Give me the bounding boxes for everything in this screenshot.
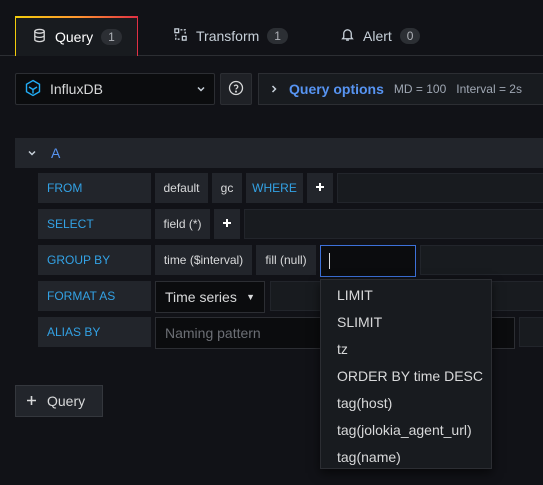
max-data-points: MD = 100: [393, 82, 447, 96]
add-select-button[interactable]: [214, 209, 240, 239]
datasource-select[interactable]: InfluxDB: [15, 73, 215, 105]
plus-icon: [315, 181, 325, 195]
chevron-down-icon: [27, 145, 37, 161]
row-filler: [337, 173, 543, 203]
where-keyword: WHERE: [246, 173, 303, 203]
dropdown-option[interactable]: tag(jolokia_agent_url): [321, 416, 491, 443]
transform-icon: [173, 27, 188, 45]
bell-icon: [340, 27, 355, 45]
fill-segment[interactable]: fill (null): [256, 245, 316, 275]
chevron-down-icon: [196, 81, 206, 97]
caret-down-icon: ▼: [246, 292, 255, 302]
query-help-button[interactable]: [220, 73, 252, 105]
tab-label: Transform: [196, 28, 260, 44]
tab-alert[interactable]: Alert 0: [324, 16, 436, 56]
measurement-segment[interactable]: gc: [212, 173, 242, 203]
select-label: SELECT: [38, 209, 151, 239]
add-where-button[interactable]: [307, 173, 333, 203]
from-label: FROM: [38, 173, 151, 203]
interval-value: Interval = 2s: [456, 82, 522, 96]
field-segment[interactable]: field (*): [155, 209, 210, 239]
influxdb-icon: [24, 79, 42, 100]
dropdown-option[interactable]: LIMIT: [321, 281, 491, 308]
query-options-toggle[interactable]: Query options MD = 100 Interval = 2s: [258, 73, 543, 105]
group-by-label: GROUP BY: [38, 245, 151, 275]
tab-count-badge: 0: [399, 28, 421, 44]
alias-by-label: ALIAS BY: [38, 317, 151, 347]
query-letter: A: [51, 145, 61, 161]
tab-transform[interactable]: Transform 1: [157, 16, 304, 56]
tab-count-badge: 1: [267, 28, 288, 44]
dropdown-option[interactable]: SLIMIT: [321, 308, 491, 335]
dropdown-option[interactable]: tz: [321, 335, 491, 362]
tab-label: Alert: [363, 28, 392, 44]
group-by-input[interactable]: [320, 245, 416, 277]
datasource-name: InfluxDB: [50, 81, 103, 97]
group-by-suggestions-dropdown: LIMIT SLIMIT tz ORDER BY time DESC tag(h…: [320, 279, 492, 469]
add-query-label: Query: [47, 393, 86, 409]
dropdown-option[interactable]: tag(host): [321, 389, 491, 416]
query-row-header[interactable]: A: [15, 138, 543, 168]
text-cursor: [329, 253, 330, 269]
retention-policy-segment[interactable]: default: [155, 173, 208, 203]
query-options-title: Query options: [289, 81, 384, 97]
dropdown-option[interactable]: ORDER BY time DESC: [321, 362, 491, 389]
group-by-time-segment[interactable]: time ($interval): [155, 245, 252, 275]
dropdown-option[interactable]: tag(name): [321, 443, 491, 470]
tab-query[interactable]: Query 1: [15, 16, 138, 56]
database-icon: [32, 28, 47, 46]
row-filler: [420, 245, 543, 275]
query-editor-tabbar: Query 1 Transform 1 Alert 0: [0, 0, 543, 56]
question-circle-icon: [228, 80, 244, 99]
row-filler: [244, 209, 543, 239]
plus-icon: [26, 393, 37, 409]
chevron-right-icon: [269, 81, 279, 97]
tab-count-badge: 1: [101, 29, 122, 45]
row-filler: [519, 317, 543, 347]
format-as-label: FORMAT AS: [38, 281, 151, 311]
add-query-button[interactable]: Query: [15, 385, 103, 417]
plus-icon: [222, 217, 232, 231]
tab-label: Query: [55, 29, 94, 45]
format-as-value: Time series: [165, 289, 237, 305]
format-as-select[interactable]: Time series ▼: [155, 281, 265, 313]
